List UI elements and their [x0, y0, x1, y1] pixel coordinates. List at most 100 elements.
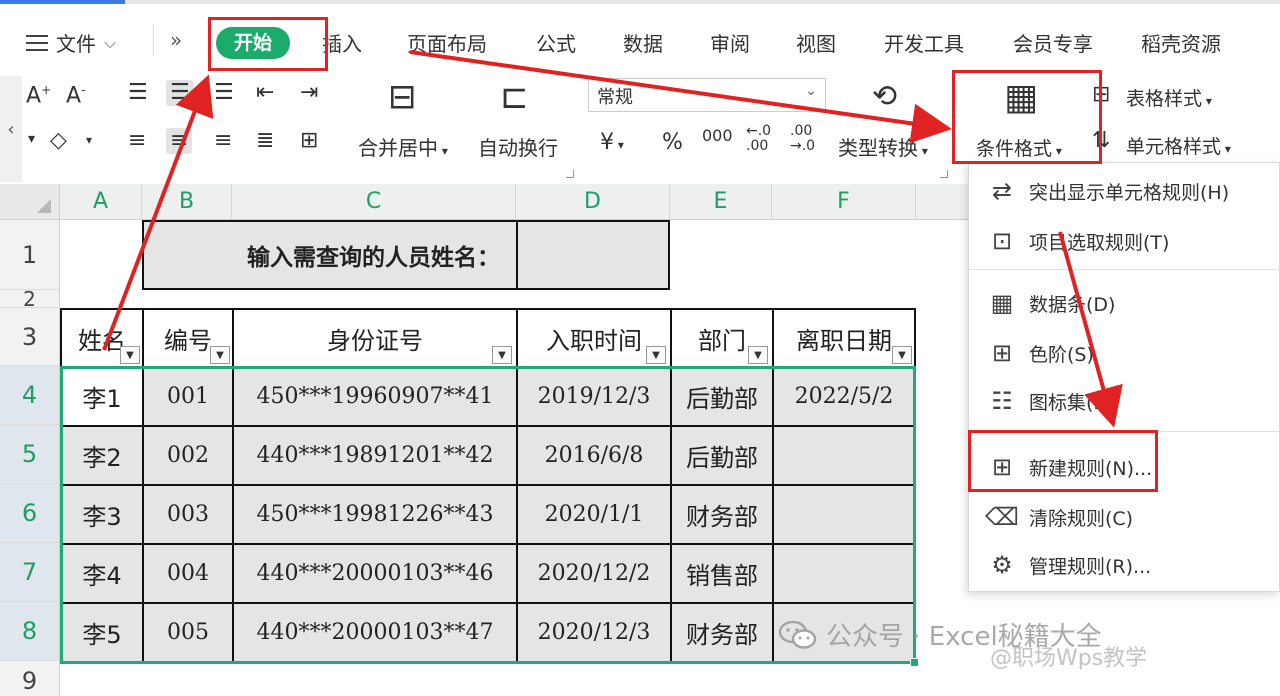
cell-hire-date[interactable]: 2020/1/1 — [516, 484, 672, 545]
chevron-down-icon[interactable]: ▾ — [28, 132, 35, 146]
cell-id[interactable]: 002 — [142, 425, 234, 486]
cell-name[interactable]: 李2 — [60, 425, 144, 486]
cell-name[interactable]: 李1 — [60, 366, 144, 427]
filter-dropdown-icon[interactable]: ▼ — [120, 346, 140, 364]
cell-id-card[interactable]: 450***19960907**41 — [232, 366, 518, 427]
cell-hire-date[interactable]: 2020/12/2 — [516, 543, 672, 604]
tab-insert[interactable]: 插入 — [322, 28, 362, 57]
col-header-b[interactable]: B — [142, 184, 232, 220]
cell-id[interactable]: 005 — [142, 602, 234, 663]
row-header-3[interactable]: 3 — [0, 308, 60, 366]
wrap-text-button[interactable]: 自动换行 — [478, 132, 558, 161]
percent-button[interactable]: % — [662, 130, 683, 155]
cell-department[interactable]: 后勤部 — [670, 425, 774, 486]
cell-id[interactable]: 004 — [142, 543, 234, 604]
cell-leave-date[interactable] — [772, 425, 916, 486]
cell-hire-date[interactable]: 2019/12/3 — [516, 366, 672, 427]
tab-docer[interactable]: 稻壳资源 — [1141, 28, 1221, 57]
header-id-card[interactable]: 身份证号 — [232, 308, 518, 368]
fill-handle[interactable] — [910, 658, 919, 667]
menu-item-data-bars[interactable]: ▦ 数据条(D) — [969, 279, 1280, 327]
cell-department[interactable]: 财务部 — [670, 602, 774, 663]
cell-id[interactable]: 001 — [142, 366, 234, 427]
filter-dropdown-icon[interactable]: ▼ — [210, 346, 230, 364]
menu-item-clear-rules[interactable]: ⌫ 清除规则(C) — [969, 493, 1280, 541]
cell-id[interactable]: 003 — [142, 484, 234, 545]
menu-item-new-rule[interactable]: ⊞ 新建规则(N)... — [969, 443, 1280, 491]
merge-center-icon[interactable]: ⊟ — [388, 80, 417, 114]
file-menu[interactable]: 文件 ⌵ — [26, 28, 116, 57]
col-header-f[interactable]: F — [772, 184, 916, 220]
thousands-button[interactable]: 000 — [702, 126, 733, 145]
cell-leave-date[interactable] — [772, 484, 916, 545]
row-header-7[interactable]: 7 — [0, 543, 60, 602]
tab-developer[interactable]: 开发工具 — [884, 28, 964, 57]
tab-data[interactable]: 数据 — [623, 28, 663, 57]
cell-department[interactable]: 财务部 — [670, 484, 774, 545]
decrease-decimal-button[interactable]: .00 →.0 — [790, 124, 815, 154]
tab-formulas[interactable]: 公式 — [536, 28, 576, 57]
align-center-icon[interactable]: ≡ — [166, 128, 193, 154]
justify-icon[interactable]: ≣ — [256, 130, 274, 152]
cell-id-card[interactable]: 440***20000103**46 — [232, 543, 518, 604]
ribbon-scroll-left-icon[interactable]: ‹ — [0, 76, 22, 182]
tab-member[interactable]: 会员专享 — [1013, 28, 1093, 57]
cell-id-card[interactable]: 440***19891201**42 — [232, 425, 518, 486]
align-right-icon[interactable]: ≡ — [214, 130, 232, 152]
col-header-e[interactable]: E — [670, 184, 772, 220]
cell-style-button[interactable]: 单元格样式 ▾ — [1126, 132, 1231, 159]
row-header-5[interactable]: 5 — [0, 425, 60, 484]
type-convert-icon[interactable]: ⟲ — [872, 82, 897, 112]
tab-home[interactable]: 开始 — [216, 27, 290, 59]
chevron-down-icon[interactable]: ▾ — [86, 134, 92, 146]
increase-indent-icon[interactable]: ⇥ — [300, 82, 318, 104]
align-left-icon[interactable]: ≡ — [128, 130, 146, 152]
align-middle-icon[interactable]: ☰ — [166, 80, 194, 106]
filter-dropdown-icon[interactable]: ▼ — [646, 346, 666, 364]
cell-id-card[interactable]: 440***20000103**47 — [232, 602, 518, 663]
wrap-text-icon[interactable]: ⊏ — [500, 80, 529, 114]
filter-dropdown-icon[interactable]: ▼ — [492, 346, 512, 364]
decrease-indent-icon[interactable]: ⇤ — [256, 82, 274, 104]
row-header-8[interactable]: 8 — [0, 602, 60, 661]
eraser-icon[interactable]: ◇ — [50, 130, 67, 152]
cell-department[interactable]: 销售部 — [670, 543, 774, 604]
tab-view[interactable]: 视图 — [796, 28, 836, 57]
filter-dropdown-icon[interactable]: ▼ — [892, 346, 912, 364]
row-header-4[interactable]: 4 — [0, 366, 60, 425]
menu-item-manage-rules[interactable]: ⚙ 管理规则(R)... — [969, 541, 1280, 589]
cell-leave-date[interactable]: 2022/5/2 — [772, 366, 916, 427]
align-top-icon[interactable]: ☰ — [128, 82, 148, 104]
menu-item-top-bottom-rules[interactable]: ⊡ 项目选取规则(T) — [969, 217, 1280, 265]
conditional-format-button[interactable]: 条件格式 ▾ — [976, 134, 1062, 161]
row-header-9[interactable]: 9 — [0, 661, 60, 696]
menu-item-highlight-rules[interactable]: ⇄ 突出显示单元格规则(H) — [969, 167, 1280, 215]
menu-item-icon-sets[interactable]: ☷ 图标集(I) — [969, 377, 1280, 425]
cell-hire-date[interactable]: 2020/12/3 — [516, 602, 672, 663]
font-shrink-icon[interactable]: A- — [66, 84, 85, 107]
align-bottom-icon[interactable]: ☰ — [214, 82, 234, 104]
cell-leave-date[interactable] — [772, 543, 916, 604]
type-convert-button[interactable]: 类型转换 ▾ — [838, 132, 928, 161]
dialog-launcher-icon[interactable] — [566, 170, 574, 178]
more-tabs-icon[interactable]: » — [170, 28, 182, 52]
cell-department[interactable]: 后勤部 — [670, 366, 774, 427]
filter-dropdown-icon[interactable]: ▼ — [748, 346, 768, 364]
tab-page-layout[interactable]: 页面布局 — [407, 28, 487, 57]
conditional-format-icon[interactable]: ▦ — [1004, 80, 1038, 116]
col-header-a[interactable]: A — [60, 184, 142, 220]
col-header-d[interactable]: D — [516, 184, 670, 220]
select-all-corner[interactable] — [0, 184, 60, 220]
cell-name[interactable]: 李5 — [60, 602, 144, 663]
currency-button[interactable]: ¥ ▾ — [600, 130, 624, 155]
row-header-2[interactable]: 2 — [0, 287, 60, 311]
cell-name[interactable]: 李3 — [60, 484, 144, 545]
query-name-input[interactable] — [516, 220, 670, 290]
cell-name[interactable]: 李4 — [60, 543, 144, 604]
increase-decimal-button[interactable]: ←.0.00 — [746, 124, 771, 154]
row-header-1[interactable]: 1 — [0, 220, 60, 290]
row-header-6[interactable]: 6 — [0, 484, 60, 543]
number-format-select[interactable]: 常规 ⌄ — [588, 78, 826, 112]
cell-id-card[interactable]: 450***19981226**43 — [232, 484, 518, 545]
dialog-launcher-icon[interactable] — [940, 170, 948, 178]
